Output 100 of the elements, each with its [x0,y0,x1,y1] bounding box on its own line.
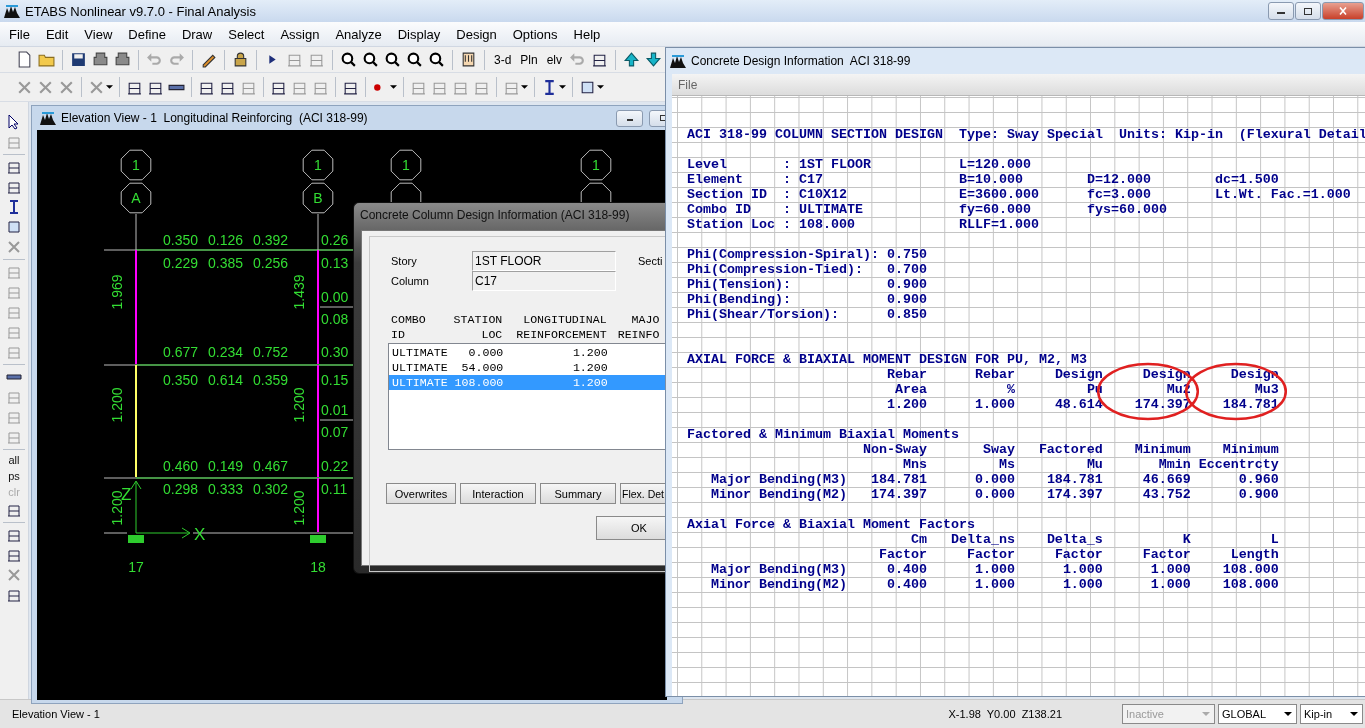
view-button[interactable]: elv [544,52,565,67]
frame-icon[interactable] [6,587,22,603]
table-cell-text: 1.200 [571,360,608,375]
up-arrow-icon[interactable] [623,51,641,68]
beam-value: 0.752 [253,344,289,360]
dialog-button[interactable]: Interaction [460,483,536,504]
menu-item[interactable]: Edit [37,26,77,42]
frame-icon[interactable] [6,547,22,563]
caret-icon[interactable] [521,85,528,89]
maximize-button[interactable] [1295,2,1321,20]
down-arrow-icon[interactable] [645,51,663,68]
ok-button[interactable]: OK [596,516,666,540]
field-label: Story [391,255,418,267]
magnifier-icon[interactable] [428,51,445,68]
table-cell-text: 1.000 [1061,577,1103,592]
frame-icon[interactable] [6,502,22,518]
report-line: Combo ID : ULTIMATE fy=60.000 fys=60.000 [687,202,1167,217]
dialog-button[interactable]: Flex. Det [620,483,666,504]
column-header: Sway [981,442,1015,457]
table-cell-text: 54.000 [460,360,504,375]
caret-icon[interactable] [559,85,566,89]
column-header: Factor [1053,547,1103,562]
list-row[interactable]: ULTIMATE 54.000 1.200 [389,360,667,375]
menu-item[interactable]: Assign [272,26,328,42]
column-value: 1.969 [109,274,125,310]
frame-icon[interactable] [6,527,22,543]
view-button[interactable]: Pln [518,52,540,67]
dialog-button[interactable]: Summary [540,483,616,504]
support-icon [128,535,144,543]
column-value: 1.200 [109,387,125,423]
caret-icon[interactable] [106,85,113,89]
caret-icon[interactable] [390,85,397,89]
frame-icon[interactable] [6,159,22,175]
printer-icon[interactable] [92,51,109,68]
new-file-icon[interactable] [16,51,33,68]
menu-item[interactable]: Analyze [327,26,390,42]
column-header: MAJO [630,312,661,327]
table-cell: 48.614 [1054,397,1103,412]
field-label: Secti [638,255,663,267]
menu-item[interactable]: File [1,26,38,42]
minimize-button[interactable] [1268,2,1294,20]
caret-icon[interactable] [597,85,604,89]
frame-icon[interactable] [6,179,22,195]
dialog-button[interactable]: Overwrites [386,483,456,504]
beam-value: 0.234 [208,344,244,360]
beam-value: 0.08 [321,311,349,327]
dialog-title: Concrete Column Design Information (ACI 318-99) [359,207,631,224]
grid-bubble [580,149,612,181]
dropdown-value: Inactive [1126,708,1164,720]
table-cell-text: 1.000 [1149,562,1191,577]
printer-icon[interactable] [114,51,131,68]
report-line: Phi(Tension): 0.900 [687,277,927,292]
beam-value: 0.298 [163,481,199,497]
menu-item[interactable]: Define [120,26,174,42]
table-cell: 184.781 [1222,397,1279,412]
dropdown[interactable]: GLOBAL [1218,704,1297,724]
beam-value: 0.256 [253,255,289,271]
bubble-label: 1 [132,157,140,173]
table-cell-text: 0.400 [885,577,927,592]
menu-item[interactable]: Help [565,26,609,42]
menu-item[interactable]: Display [389,26,449,42]
list-row[interactable]: ULTIMATE 0.000 1.200 [389,345,667,360]
dropdown-value: GLOBAL [1222,708,1267,720]
view-button[interactable]: 3-d [492,52,514,67]
close-button[interactable] [1322,2,1364,20]
beam-value: 0.00 [321,289,349,305]
dropdown[interactable]: Kip-in [1300,704,1363,724]
magnifier-icon[interactable] [384,51,401,68]
minimize-button[interactable] [616,109,643,127]
table-cell-text: 0.960 [1237,472,1279,487]
table-cell-text: 1.000 [1061,562,1103,577]
tool-button[interactable]: all [8,454,20,466]
beam-value: 0.302 [253,481,289,497]
tool-button[interactable]: ps [8,470,20,482]
beam-value: 0.26 [321,232,349,248]
readonly-field[interactable]: 1ST FLOOR [472,251,616,271]
lock-icon[interactable] [232,51,249,68]
column-header: Non-Sway [862,442,927,457]
column-header: Design [1054,367,1103,382]
beam-value: 0.677 [163,344,199,360]
table-cell: 1.200 [886,397,927,412]
beam-value: 0.467 [253,458,289,474]
menu-item[interactable]: Select [220,26,273,42]
beam-value: 0.460 [163,458,199,474]
magnifier-icon[interactable] [406,51,423,68]
report-line: Section ID : C10X12 E=3600.000 fc=3.000 Lt.Wt. Fac.=1.000 [687,187,1351,202]
menu-item[interactable]: File [672,77,698,92]
menu-item[interactable]: Design [448,26,505,42]
menu-item[interactable]: Options [504,26,566,42]
menu-item[interactable]: View [76,26,121,42]
menu-item[interactable]: Draw [173,26,221,42]
beam-value: 0.350 [163,232,199,248]
save-icon[interactable] [70,51,87,68]
table-cell-text: 108.000 [1221,577,1279,592]
readonly-field[interactable]: C17 [472,271,616,291]
magnifier-icon[interactable] [362,51,379,68]
beam-value: 0.126 [208,232,244,248]
beam-value: 0.350 [163,372,199,388]
magnifier-icon[interactable] [340,51,357,68]
column-header: REINFO [617,327,661,342]
